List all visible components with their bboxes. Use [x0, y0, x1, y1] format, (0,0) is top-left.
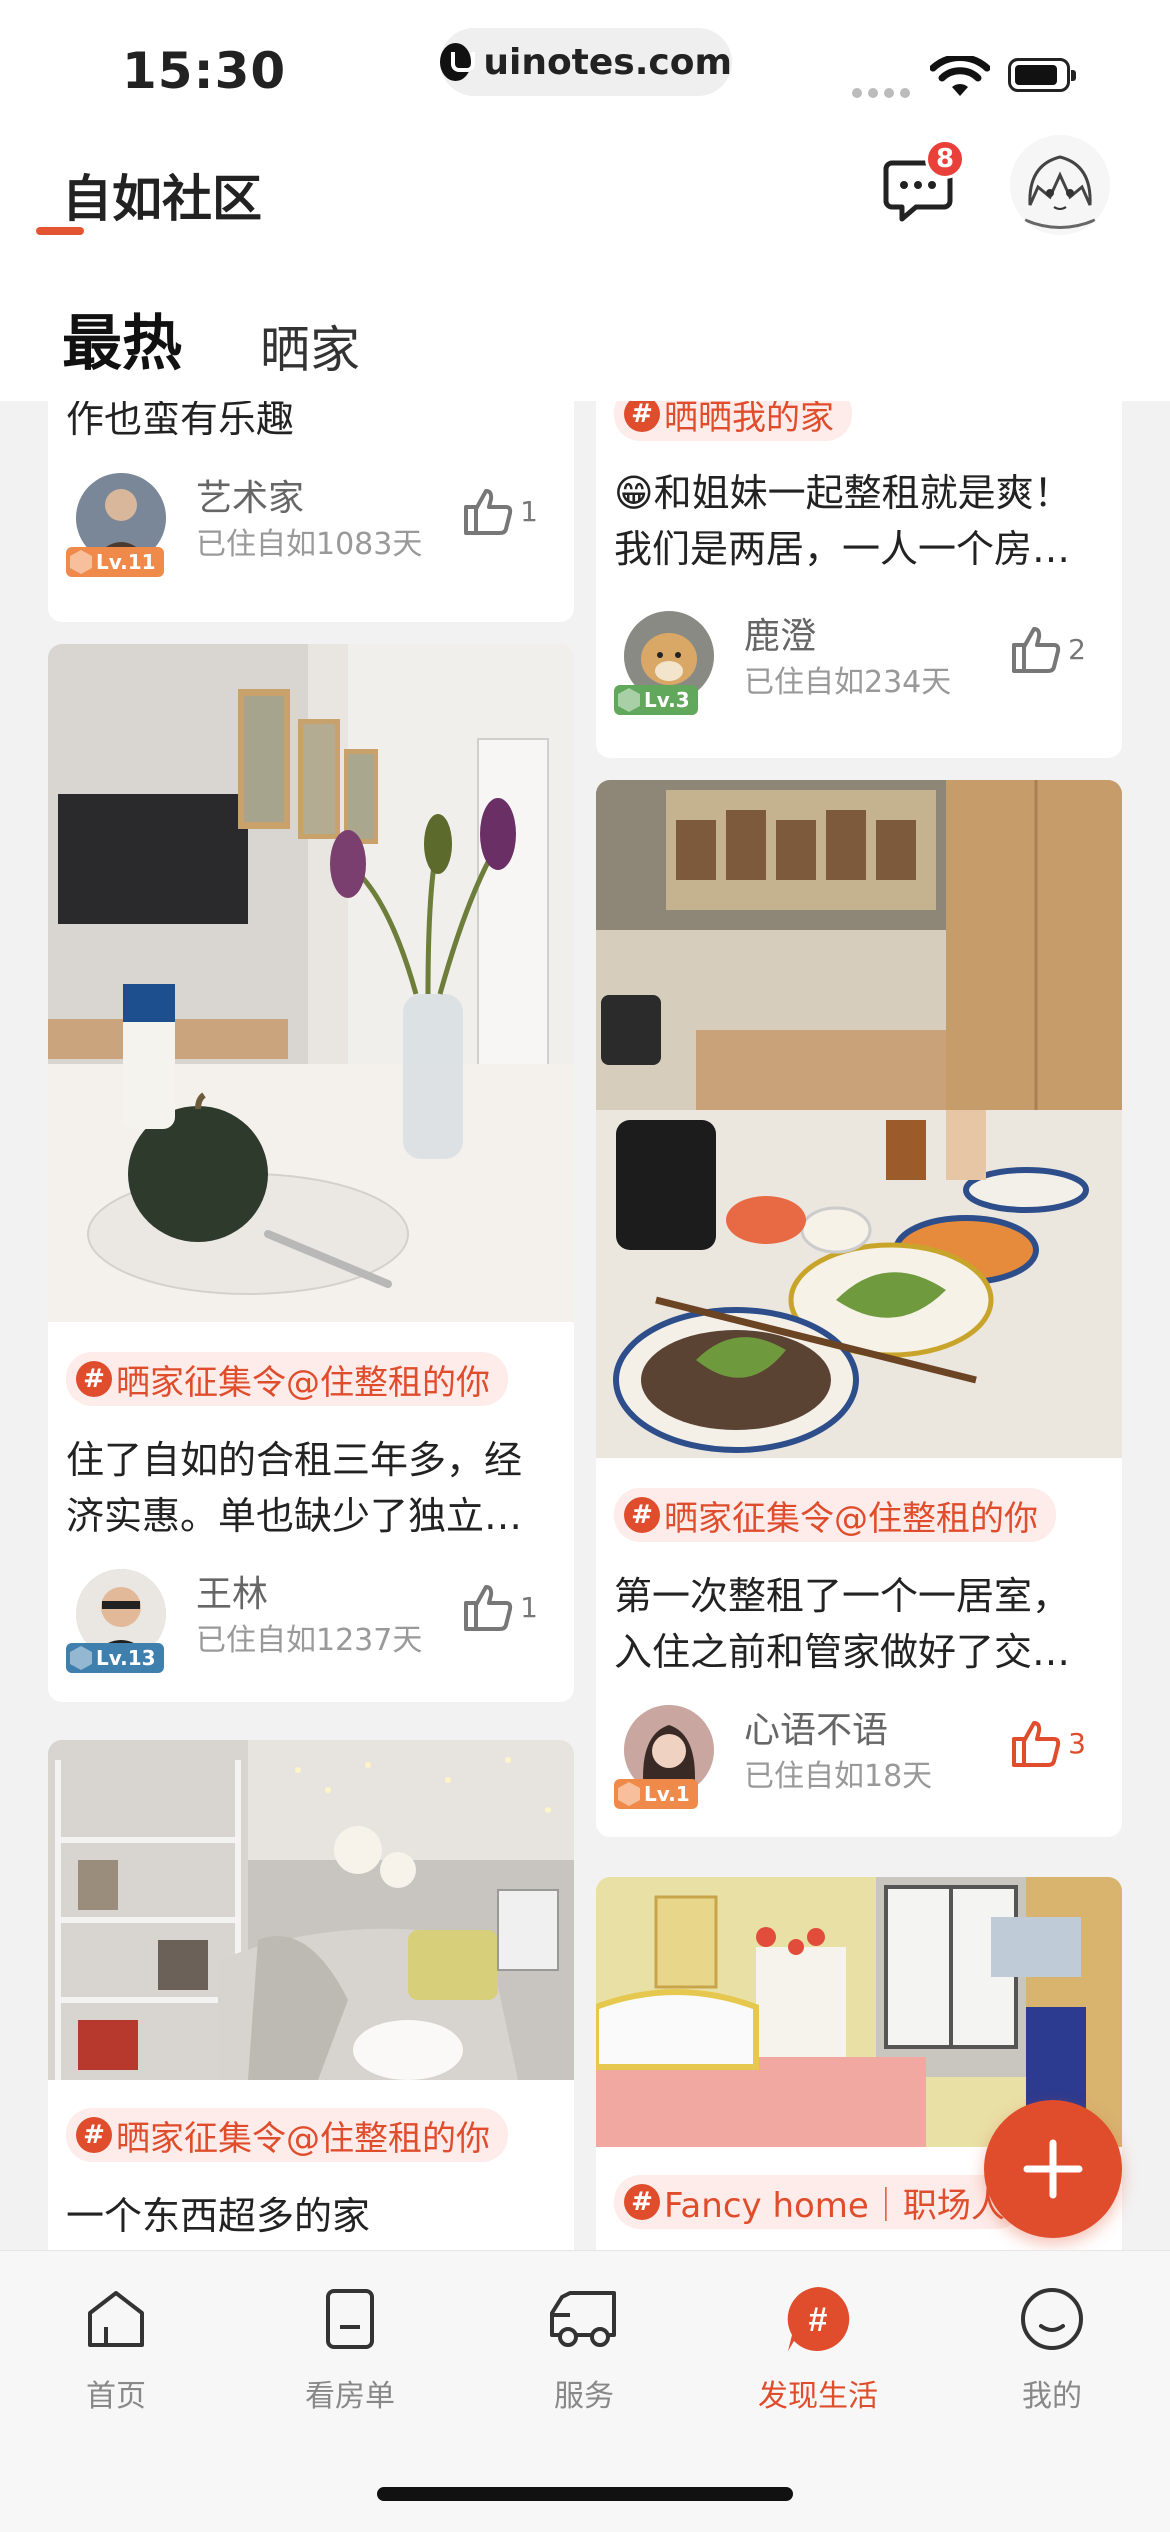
- tab-show-home[interactable]: 晒家: [260, 310, 360, 382]
- like-count: 2: [1068, 632, 1086, 666]
- level-badge: Lv.13: [66, 1643, 164, 1673]
- thumb-up-icon: [1012, 1721, 1061, 1767]
- level-badge: Lv.3: [614, 685, 698, 715]
- author-row: Lv.13 王林 已住自如1237天 1: [66, 1569, 556, 1673]
- post-text: 第一次整租了一个一居室， 入住之前和管家做好了交…: [614, 1568, 1070, 1680]
- thumb-up-icon: [464, 1585, 513, 1631]
- hashtag-icon: #: [76, 1361, 112, 1397]
- post-text: 一个东西超多的家: [66, 2194, 371, 2238]
- like-count: 1: [520, 1590, 538, 1624]
- status-time: 15:30: [122, 42, 287, 100]
- post-photo: [48, 644, 574, 1322]
- feed: 作也蛮有乐趣 Lv.11 艺术家 已住自如1083天 1 # 晒家征集令@住整租…: [0, 401, 1170, 2250]
- hashtag-icon: #: [624, 2184, 660, 2220]
- feed-tabs: 最热 晒家: [62, 295, 360, 382]
- hashtag-icon: #: [76, 2117, 112, 2153]
- post-text-line: 😁和姐妹一起整租就是爽！: [614, 471, 1072, 515]
- author-row: Lv.1 心语不语 已住自如18天 3: [614, 1705, 1104, 1809]
- status-bar: 15:30 uinotes.com: [0, 0, 1170, 135]
- post-text-line: 入住之前和管家做好了交…: [614, 1630, 1071, 1674]
- hashtag-icon: #: [787, 2287, 850, 2351]
- author-row: Lv.3 鹿澄 已住自如234天 2: [614, 611, 1104, 715]
- author-name: 心语不语: [744, 1710, 889, 1751]
- message-badge: 8: [925, 139, 965, 179]
- home-indicator: [377, 2487, 793, 2501]
- list-icon: [326, 2289, 374, 2349]
- battery-icon: [1008, 58, 1076, 92]
- post-text: 😁和姐妹一起整租就是爽！ 我们是两居，一人一个房…: [614, 465, 1072, 577]
- author-days: 已住自如234天: [744, 665, 952, 700]
- level-badge: Lv.1: [614, 1779, 698, 1809]
- smile-icon: [1021, 2288, 1083, 2350]
- post-card[interactable]: # 晒家征集令@住整租的你 一个东西超多的家: [48, 1740, 574, 2250]
- hashtag-chip[interactable]: # 晒家征集令@住整租的你: [66, 2108, 508, 2162]
- like-button[interactable]: 1: [462, 1583, 538, 1631]
- hashtag-icon: #: [624, 401, 660, 432]
- active-tab-indicator: [36, 227, 84, 235]
- hashtag-chip[interactable]: # 晒家征集令@住整租的你: [614, 1488, 1056, 1542]
- author-days: 已住自如18天: [744, 1759, 933, 1794]
- header: 自如社区 8 最热 晒家: [0, 135, 1170, 401]
- like-button[interactable]: 1: [462, 487, 538, 535]
- post-text-line: 第一次整租了一个一居室，: [614, 1574, 1071, 1618]
- post-text-line: 济实惠。单也缺少了独立…: [66, 1494, 523, 1538]
- hashtag-chip[interactable]: # 晒晒我的家: [614, 401, 852, 441]
- post-card[interactable]: # 晒家征集令@住整租的你 住了自如的合租三年多，经 济实惠。单也缺少了独立… …: [48, 644, 574, 1702]
- post-photo: [48, 1740, 574, 2080]
- truck-icon: [550, 2291, 616, 2347]
- level-badge: Lv.11: [66, 547, 164, 577]
- post-text: 住了自如的合租三年多，经 济实惠。单也缺少了独立…: [66, 1432, 522, 1544]
- site-logo-icon: [440, 43, 476, 81]
- hashtag-label: 晒家征集令@住整租的你: [116, 1362, 490, 1403]
- post-text-line: 我们是两居，一人一个房…: [614, 527, 1071, 571]
- hashtag-label: 晒晒我的家: [664, 401, 834, 438]
- url-text: uinotes.com: [483, 41, 732, 83]
- post-photo: [596, 780, 1122, 1458]
- signal-icon: [852, 88, 910, 98]
- author-name: 鹿澄: [744, 616, 817, 657]
- tab-discover[interactable]: # 发现生活: [728, 2281, 908, 2415]
- post-card[interactable]: 作也蛮有乐趣 Lv.11 艺术家 已住自如1083天 1: [48, 401, 574, 622]
- tab-label: 我的: [1022, 2379, 1082, 2414]
- hashtag-chip[interactable]: # Fancy home｜职场人: [614, 2175, 1023, 2229]
- like-count: 1: [520, 494, 538, 528]
- page-title: 自如社区: [62, 170, 262, 228]
- url-pill[interactable]: uinotes.com: [440, 28, 732, 96]
- tab-hot[interactable]: 最热: [62, 295, 182, 382]
- tab-mine[interactable]: 我的: [962, 2281, 1142, 2415]
- post-card[interactable]: # 晒晒我的家 😁和姐妹一起整租就是爽！ 我们是两居，一人一个房… Lv.3 鹿…: [596, 401, 1122, 758]
- author-days: 已住自如1237天: [196, 1623, 423, 1658]
- author-row: Lv.11 艺术家 已住自如1083天 1: [66, 473, 556, 577]
- tab-home[interactable]: 首页: [26, 2281, 206, 2415]
- user-avatar[interactable]: [1010, 135, 1110, 235]
- tab-viewing-list[interactable]: 看房单: [260, 2281, 440, 2415]
- hashtag-icon: #: [624, 1497, 660, 1533]
- like-count: 3: [1068, 1726, 1086, 1760]
- author-name: 艺术家: [196, 478, 305, 519]
- thumb-up-icon: [1012, 627, 1061, 673]
- author-days: 已住自如1083天: [196, 527, 423, 562]
- hashtag-chip[interactable]: # 晒家征集令@住整租的你: [66, 1352, 508, 1406]
- like-button[interactable]: 2: [1010, 625, 1086, 673]
- like-button[interactable]: 3: [1010, 1719, 1086, 1767]
- home-icon: [88, 2291, 144, 2347]
- hashtag-label: 晒家征集令@住整租的你: [116, 2118, 490, 2159]
- tab-label: 首页: [86, 2379, 146, 2414]
- post-text-line: 住了自如的合租三年多，经: [66, 1438, 523, 1482]
- author-name: 王林: [196, 1574, 269, 1615]
- plus-icon: [1023, 2139, 1083, 2199]
- create-post-button[interactable]: [984, 2100, 1122, 2238]
- hashtag-label: Fancy home｜职场人: [664, 2185, 1005, 2226]
- tab-label: 服务: [554, 2379, 614, 2414]
- wifi-icon: [930, 56, 990, 96]
- post-card[interactable]: # 晒家征集令@住整租的你 第一次整租了一个一居室， 入住之前和管家做好了交… …: [596, 780, 1122, 1837]
- post-text: 作也蛮有乐趣: [66, 401, 295, 441]
- tab-service[interactable]: 服务: [494, 2281, 674, 2415]
- thumb-up-icon: [464, 489, 513, 535]
- hashtag-label: 晒家征集令@住整租的你: [664, 1498, 1038, 1539]
- svg-text:#: #: [809, 2301, 828, 2339]
- tab-label: 看房单: [305, 2379, 395, 2414]
- tab-label: 发现生活: [758, 2379, 878, 2414]
